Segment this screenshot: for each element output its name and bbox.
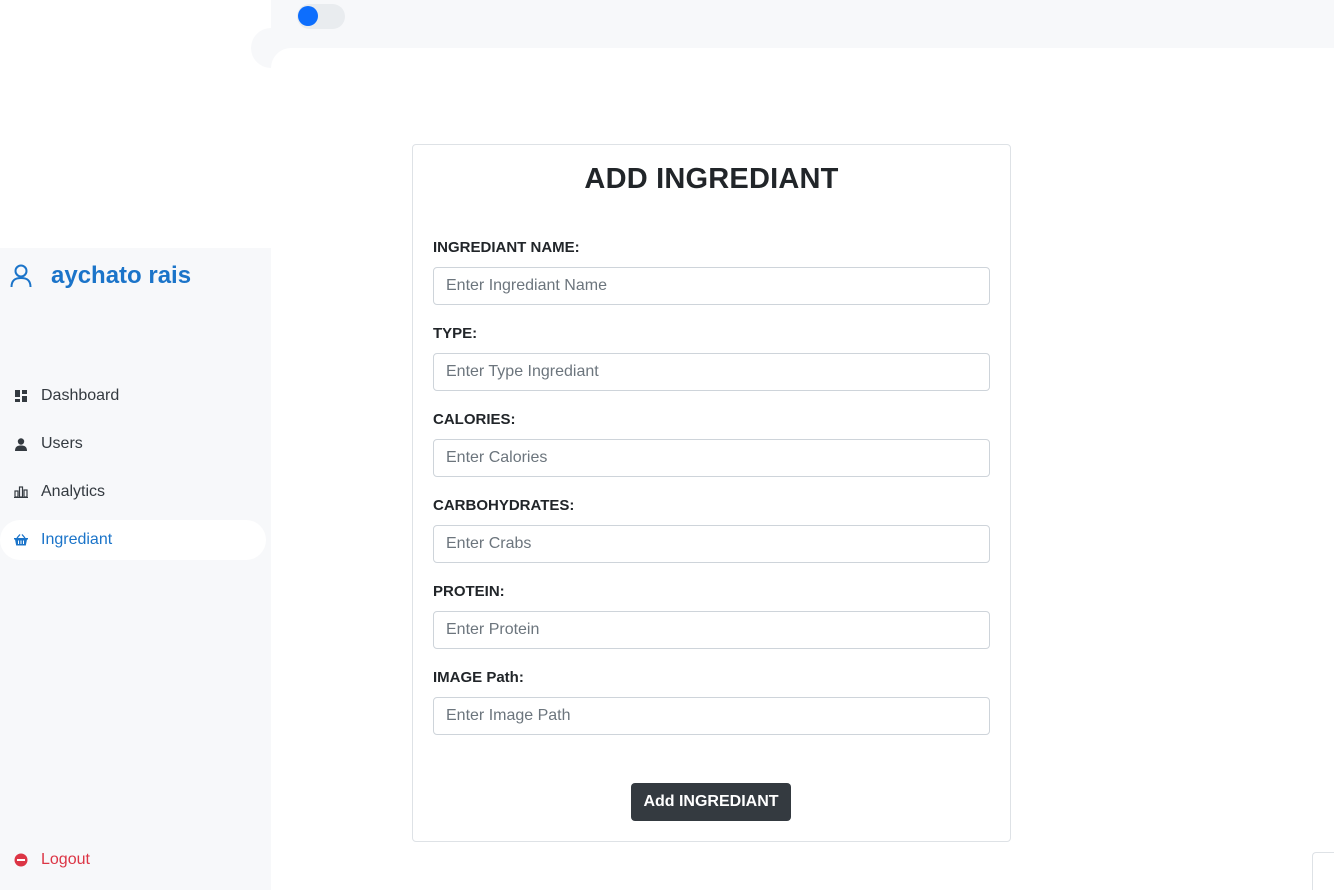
carbohydrates-label: CARBOHYDRATES:	[433, 497, 575, 514]
logout-label: Logout	[41, 851, 90, 868]
bar-chart-icon	[14, 485, 28, 499]
user-icon	[14, 437, 28, 451]
ingrediant-name-label: INGREDIANT NAME:	[433, 239, 580, 256]
sidebar-item-label: Ingrediant	[41, 531, 113, 548]
add-ingrediant-form: ADD INGREDIANT INGREDIANT NAME: TYPE: CA…	[412, 144, 1011, 842]
user-profile: aychato rais	[10, 262, 191, 290]
toggle-knob	[298, 6, 318, 26]
basket-icon	[14, 533, 28, 547]
form-title: ADD INGREDIANT	[584, 163, 839, 195]
sidebar-item-analytics[interactable]: Analytics	[0, 468, 271, 516]
type-label: TYPE:	[433, 325, 478, 342]
sidebar-nav: Dashboard Users Analytics Ingrediant	[0, 372, 271, 560]
image-path-label: IMAGE Path:	[433, 669, 524, 686]
sidebar-item-dashboard[interactable]: Dashboard	[0, 372, 271, 420]
sidebar-item-label: Dashboard	[41, 387, 120, 404]
sidebar-item-label: Users	[41, 435, 83, 452]
protein-input[interactable]	[433, 611, 990, 649]
protein-label: PROTEIN:	[433, 583, 505, 600]
theme-toggle[interactable]	[297, 4, 345, 29]
dashboard-icon	[14, 389, 28, 403]
sidebar-item-users[interactable]: Users	[0, 420, 271, 468]
sidebar-item-label: Analytics	[41, 483, 106, 500]
user-outline-icon	[10, 264, 32, 288]
calories-label: CALORIES:	[433, 411, 516, 428]
top-bar	[271, 0, 1334, 48]
type-input[interactable]	[433, 353, 990, 391]
sidebar: aychato rais Dashboard Users Analytics I…	[0, 248, 271, 890]
logout-link[interactable]: Logout	[14, 851, 90, 869]
sidebar-item-ingrediant[interactable]: Ingrediant	[0, 520, 266, 560]
logout-icon	[14, 853, 28, 867]
carbohydrates-input[interactable]	[433, 525, 990, 563]
add-ingrediant-button[interactable]: Add INGREDIANT	[631, 783, 791, 821]
ingrediant-name-input[interactable]	[433, 267, 990, 305]
corner-widget[interactable]	[1312, 852, 1334, 890]
calories-input[interactable]	[433, 439, 990, 477]
page: aychato rais Dashboard Users Analytics I…	[0, 0, 1334, 890]
content-corner	[271, 48, 311, 78]
user-name: aychato rais	[51, 262, 192, 289]
image-path-input[interactable]	[433, 697, 990, 735]
